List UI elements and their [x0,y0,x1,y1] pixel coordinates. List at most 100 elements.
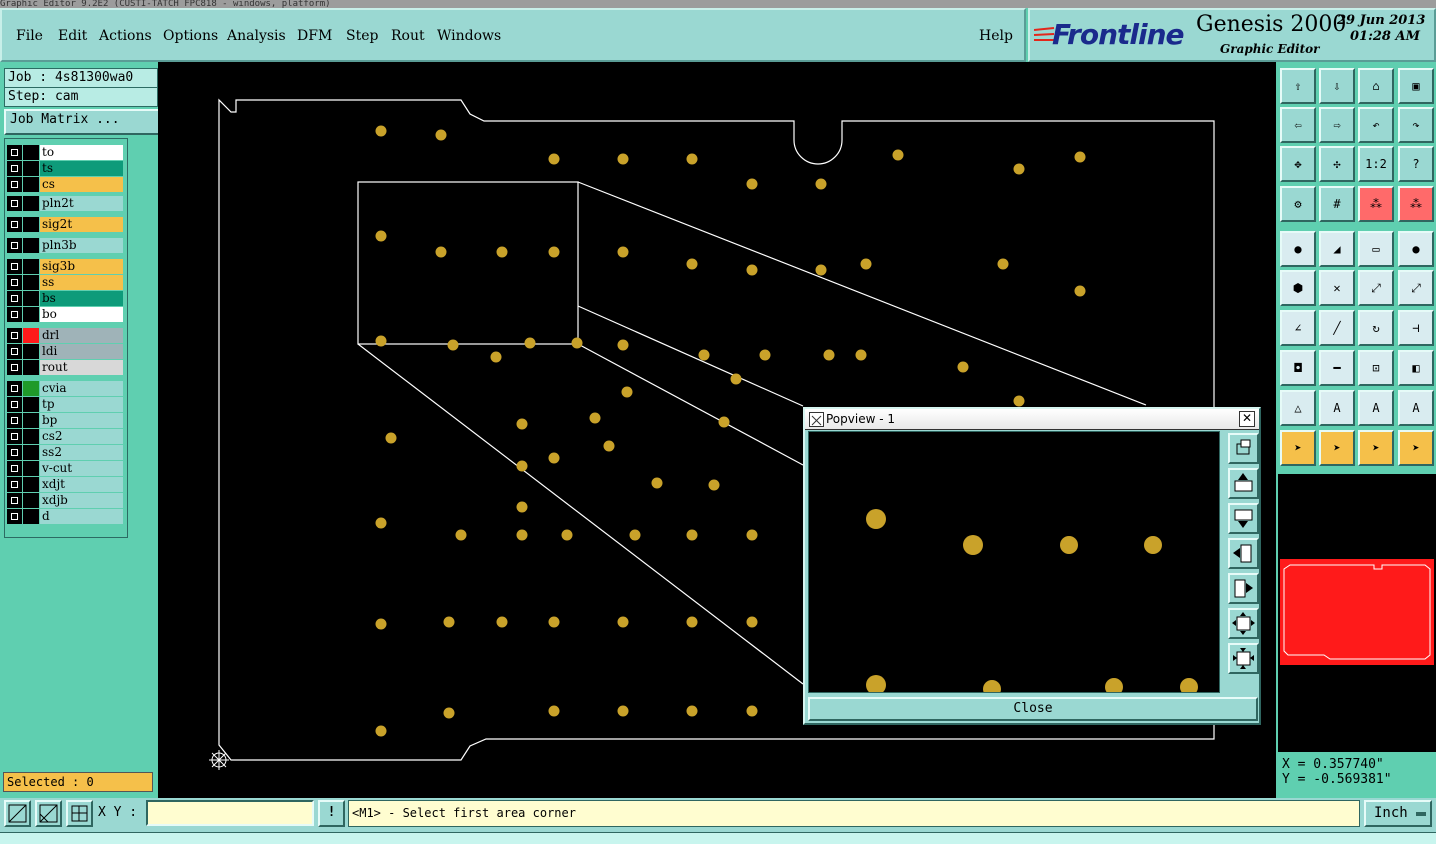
node2-icon[interactable]: ⤢ [1398,270,1434,306]
layer-name[interactable]: bs [40,291,123,306]
angle-icon[interactable]: ∠ [1280,310,1316,346]
mirror-icon[interactable]: ⊣ [1398,310,1434,346]
alert-icon[interactable]: ! [318,800,345,827]
layer-row-cs[interactable]: cs [7,177,123,192]
layer-checkbox[interactable] [7,161,22,176]
ruler-icon[interactable]: ▭ [1358,231,1394,267]
layer-checkbox[interactable] [7,275,22,290]
layer-name[interactable]: to [40,145,123,160]
home-icon[interactable]: ⌂ [1358,68,1394,104]
layer-row-to[interactable]: to [7,145,123,160]
layer-checkbox[interactable] [7,477,22,492]
layer-row-xdjt[interactable]: xdjt [7,477,123,492]
layer-checkbox[interactable] [7,509,22,524]
measure-icon[interactable]: ⚙ [1280,186,1316,222]
layer-row-rout[interactable]: rout [7,360,123,375]
units-selector[interactable]: Inch [1364,800,1432,827]
fit-icon[interactable]: ✥ [1280,146,1316,182]
menu-dfm[interactable]: DFM [297,28,332,44]
triangle-icon[interactable]: △ [1280,390,1316,426]
layer-checkbox[interactable] [7,397,22,412]
grid-icon[interactable]: # [1319,186,1355,222]
pan-down-icon[interactable]: ⇩ [1319,68,1355,104]
snap-icon[interactable]: ⁂ [1358,186,1394,222]
layer-checkbox[interactable] [7,445,22,460]
line-icon[interactable]: ◢ [1319,231,1355,267]
overview-panel[interactable] [1278,474,1436,752]
layer-row-pln2t[interactable]: pln2t [7,196,123,211]
menu-rout[interactable]: Rout [391,28,425,44]
pointer-circle-icon[interactable]: ➤ [1358,430,1394,466]
popview-pan-down-button[interactable] [1228,503,1259,534]
measure-mode-icon[interactable] [35,800,62,827]
layer-name[interactable]: ldi [40,344,123,359]
layer-row-sig3b[interactable]: sig3b [7,259,123,274]
layer-checkbox[interactable] [7,461,22,476]
layer-name[interactable]: sig2t [40,217,123,232]
menu-help[interactable]: Help [979,28,1013,44]
pad-icon[interactable]: ● [1280,231,1316,267]
redo-icon[interactable]: ↷ [1398,107,1434,143]
a3-icon[interactable]: A [1398,390,1434,426]
pan-right-icon[interactable]: ⇨ [1319,107,1355,143]
pointer-icon[interactable]: ➤ [1280,430,1316,466]
layer-row-bp[interactable]: bp [7,413,123,428]
layer-name[interactable]: v-cut [40,461,123,476]
center-icon[interactable]: ✣ [1319,146,1355,182]
layer-row-d[interactable]: d [7,509,123,524]
layer-checkbox[interactable] [7,429,22,444]
layer-name[interactable]: rout [40,360,123,375]
layer-row-ts[interactable]: ts [7,161,123,176]
layer-checkbox[interactable] [7,238,22,253]
frame-icon[interactable]: ⊡ [1358,350,1394,386]
layer-name[interactable]: xdjb [40,493,123,508]
dash-icon[interactable]: ━ [1319,350,1355,386]
xy-input[interactable] [146,800,314,826]
window-menu-icon[interactable] [809,412,824,427]
layer-row-bs[interactable]: bs [7,291,123,306]
layer-row-pln3b[interactable]: pln3b [7,238,123,253]
layer-name[interactable]: cvia [40,381,123,396]
layer-row-ss[interactable]: ss [7,275,123,290]
window-icon[interactable]: ▣ [1398,68,1434,104]
pan-left-icon[interactable]: ⇦ [1280,107,1316,143]
layer-checkbox[interactable] [7,328,22,343]
popview-pan-left-button[interactable] [1228,538,1259,569]
popview-canvas[interactable] [808,431,1220,693]
layer-checkbox[interactable] [7,493,22,508]
layer-row-ss2[interactable]: ss2 [7,445,123,460]
popview-window[interactable]: Popview - 1 ✕ Close [803,407,1261,725]
menu-step[interactable]: Step [346,28,378,44]
snap2-icon[interactable]: ⁂ [1398,186,1434,222]
popview-zoom-out-button[interactable] [1228,608,1259,639]
rotate-icon[interactable]: ↻ [1358,310,1394,346]
layer-checkbox[interactable] [7,177,22,192]
layer-name[interactable]: pln3b [40,238,123,253]
menu-file[interactable]: File [16,28,43,44]
popview-pan-right-button[interactable] [1228,573,1259,604]
layer-name[interactable]: ss2 [40,445,123,460]
layer-checkbox[interactable] [7,381,22,396]
layer-checkbox[interactable] [7,307,22,322]
layer-checkbox[interactable] [7,360,22,375]
layer-row-drl[interactable]: drl [7,328,123,343]
layer-checkbox[interactable] [7,259,22,274]
menu-actions[interactable]: Actions [99,28,152,44]
pointer-node-icon[interactable]: ➤ [1398,430,1434,466]
layer-name[interactable]: pln2t [40,196,123,211]
menu-edit[interactable]: Edit [58,28,87,44]
layer-name[interactable]: bp [40,413,123,428]
select-icon[interactable]: ◘ [1280,350,1316,386]
popview-close-icon[interactable]: ✕ [1239,411,1255,427]
layer-checkbox[interactable] [7,217,22,232]
popview-pan-up-button[interactable] [1228,468,1259,499]
layer-name[interactable]: d [40,509,123,524]
undo-icon[interactable]: ↶ [1358,107,1394,143]
popview-close-button[interactable]: Close [808,697,1258,721]
layer-name[interactable]: tp [40,397,123,412]
snap-mode-icon[interactable] [4,800,31,827]
layer-row-ldi[interactable]: ldi [7,344,123,359]
layer-name[interactable]: ss [40,275,123,290]
layer-row-cs2[interactable]: cs2 [7,429,123,444]
help-icon[interactable]: ? [1398,146,1434,182]
